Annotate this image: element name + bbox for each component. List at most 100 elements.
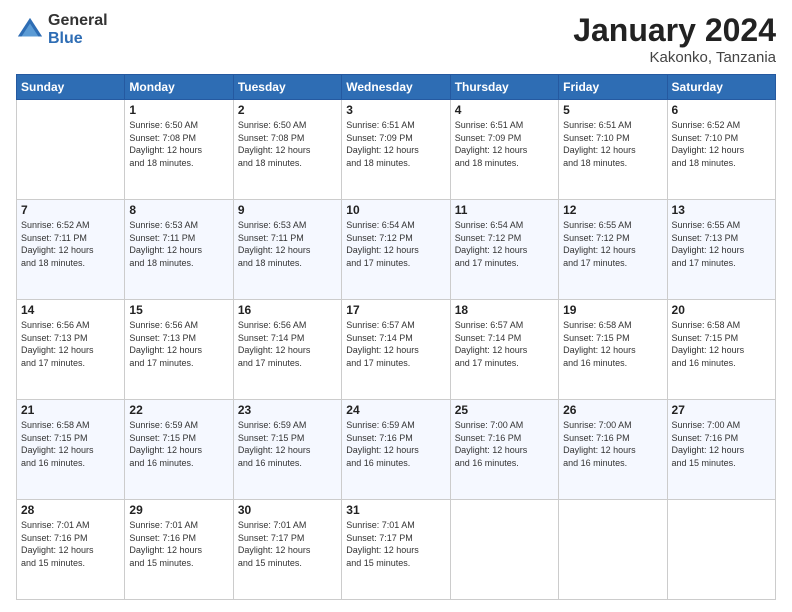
day-number: 29 xyxy=(129,503,228,517)
table-row: 14Sunrise: 6:56 AM Sunset: 7:13 PM Dayli… xyxy=(17,300,125,400)
table-row xyxy=(559,500,667,600)
table-row: 26 Sunrise: 7:00 AM Sunset: 7:16 PM Dayli… xyxy=(559,400,667,500)
table-row: 17 Sunrise: 6:57 AM Sunset: 7:14 PM Dayli… xyxy=(342,300,450,400)
table-row: 18 Sunrise: 6:57 AM Sunset: 7:14 PM Dayli… xyxy=(450,300,558,400)
day-info: Sunrise: 7:01 AM Sunset: 7:17 PM Dayligh… xyxy=(346,519,445,569)
table-row: 8Sunrise: 6:53 AM Sunset: 7:11 PM Daylig… xyxy=(125,200,233,300)
day-number: 9 xyxy=(238,203,337,217)
table-row: 22 Sunrise: 6:59 AM Sunset: 7:15 PM Dayli… xyxy=(125,400,233,500)
page: General Blue January 2024 Kakonko, Tanza… xyxy=(0,0,792,612)
day-number: 20 xyxy=(672,303,771,317)
table-row: 27Sunrise: 7:00 AM Sunset: 7:16 PM Dayli… xyxy=(667,400,775,500)
day-info: Sunrise: 6:59 AM Sunset: 7:15 PM Dayligh… xyxy=(238,419,337,469)
day-number: 26 xyxy=(563,403,662,417)
day-number: 6 xyxy=(672,103,771,117)
day-info: Sunrise: 6:59 AM Sunset: 7:16 PM Dayligh… xyxy=(346,419,445,469)
day-number: 30 xyxy=(238,503,337,517)
day-info: Sunrise: 6:56 AM Sunset: 7:14 PM Dayligh… xyxy=(238,319,337,369)
day-info: Sunrise: 6:58 AM Sunset: 7:15 PM Dayligh… xyxy=(563,319,662,369)
day-number: 1 xyxy=(129,103,228,117)
table-row: 7 Sunrise: 6:52 AM Sunset: 7:11 PM Daylig… xyxy=(17,200,125,300)
day-info: Sunrise: 6:56 AM Sunset: 7:13 PM Dayligh… xyxy=(21,319,120,369)
day-number: 4 xyxy=(455,103,554,117)
day-number: 13 xyxy=(672,203,771,217)
day-number: 18 xyxy=(455,303,554,317)
day-info: Sunrise: 6:55 AM Sunset: 7:13 PM Dayligh… xyxy=(672,219,771,269)
day-number: 23 xyxy=(238,403,337,417)
day-info: Sunrise: 7:00 AM Sunset: 7:16 PM Dayligh… xyxy=(563,419,662,469)
day-info: Sunrise: 7:00 AM Sunset: 7:16 PM Dayligh… xyxy=(455,419,554,469)
day-number: 2 xyxy=(238,103,337,117)
table-row: 16 Sunrise: 6:56 AM Sunset: 7:14 PM Dayli… xyxy=(233,300,341,400)
logo-general: General xyxy=(48,12,108,30)
table-row: 30 Sunrise: 7:01 AM Sunset: 7:17 PM Dayli… xyxy=(233,500,341,600)
col-saturday: Saturday xyxy=(667,75,775,100)
day-info: Sunrise: 7:01 AM Sunset: 7:16 PM Dayligh… xyxy=(129,519,228,569)
day-info: Sunrise: 7:00 AM Sunset: 7:16 PM Dayligh… xyxy=(672,419,771,469)
calendar-week-row: 14Sunrise: 6:56 AM Sunset: 7:13 PM Dayli… xyxy=(17,300,776,400)
table-row: 12 Sunrise: 6:55 AM Sunset: 7:12 PM Dayli… xyxy=(559,200,667,300)
day-number: 3 xyxy=(346,103,445,117)
day-info: Sunrise: 6:50 AM Sunset: 7:08 PM Dayligh… xyxy=(238,119,337,169)
col-tuesday: Tuesday xyxy=(233,75,341,100)
table-row: 15 Sunrise: 6:56 AM Sunset: 7:13 PM Dayli… xyxy=(125,300,233,400)
table-row: 31 Sunrise: 7:01 AM Sunset: 7:17 PM Dayli… xyxy=(342,500,450,600)
day-info: Sunrise: 6:51 AM Sunset: 7:09 PM Dayligh… xyxy=(455,119,554,169)
day-number: 15 xyxy=(129,303,228,317)
table-row: 10 Sunrise: 6:54 AM Sunset: 7:12 PM Dayli… xyxy=(342,200,450,300)
day-info: Sunrise: 7:01 AM Sunset: 7:16 PM Dayligh… xyxy=(21,519,120,569)
col-thursday: Thursday xyxy=(450,75,558,100)
day-number: 12 xyxy=(563,203,662,217)
day-info: Sunrise: 6:58 AM Sunset: 7:15 PM Dayligh… xyxy=(21,419,120,469)
day-number: 10 xyxy=(346,203,445,217)
logo: General Blue xyxy=(16,12,108,47)
day-info: Sunrise: 6:52 AM Sunset: 7:10 PM Dayligh… xyxy=(672,119,771,169)
table-row xyxy=(450,500,558,600)
table-row: 20Sunrise: 6:58 AM Sunset: 7:15 PM Dayli… xyxy=(667,300,775,400)
col-friday: Friday xyxy=(559,75,667,100)
title-month: January 2024 xyxy=(573,12,776,49)
day-info: Sunrise: 6:55 AM Sunset: 7:12 PM Dayligh… xyxy=(563,219,662,269)
col-monday: Monday xyxy=(125,75,233,100)
col-wednesday: Wednesday xyxy=(342,75,450,100)
table-row: 24Sunrise: 6:59 AM Sunset: 7:16 PM Dayli… xyxy=(342,400,450,500)
day-number: 28 xyxy=(21,503,120,517)
day-number: 8 xyxy=(129,203,228,217)
logo-text: General Blue xyxy=(48,12,108,47)
day-info: Sunrise: 6:57 AM Sunset: 7:14 PM Dayligh… xyxy=(455,319,554,369)
day-info: Sunrise: 6:56 AM Sunset: 7:13 PM Dayligh… xyxy=(129,319,228,369)
day-info: Sunrise: 6:51 AM Sunset: 7:09 PM Dayligh… xyxy=(346,119,445,169)
day-number: 16 xyxy=(238,303,337,317)
day-number: 5 xyxy=(563,103,662,117)
day-number: 17 xyxy=(346,303,445,317)
day-info: Sunrise: 6:50 AM Sunset: 7:08 PM Dayligh… xyxy=(129,119,228,169)
day-info: Sunrise: 6:51 AM Sunset: 7:10 PM Dayligh… xyxy=(563,119,662,169)
day-number: 22 xyxy=(129,403,228,417)
table-row xyxy=(667,500,775,600)
title-block: January 2024 Kakonko, Tanzania xyxy=(573,12,776,66)
day-info: Sunrise: 6:54 AM Sunset: 7:12 PM Dayligh… xyxy=(455,219,554,269)
day-number: 31 xyxy=(346,503,445,517)
day-info: Sunrise: 6:52 AM Sunset: 7:11 PM Dayligh… xyxy=(21,219,120,269)
day-number: 7 xyxy=(21,203,120,217)
table-row: 11Sunrise: 6:54 AM Sunset: 7:12 PM Dayli… xyxy=(450,200,558,300)
day-info: Sunrise: 6:59 AM Sunset: 7:15 PM Dayligh… xyxy=(129,419,228,469)
day-info: Sunrise: 7:01 AM Sunset: 7:17 PM Dayligh… xyxy=(238,519,337,569)
day-info: Sunrise: 6:57 AM Sunset: 7:14 PM Dayligh… xyxy=(346,319,445,369)
title-location: Kakonko, Tanzania xyxy=(573,49,776,66)
logo-blue: Blue xyxy=(48,30,108,48)
day-info: Sunrise: 6:53 AM Sunset: 7:11 PM Dayligh… xyxy=(238,219,337,269)
calendar-week-row: 21Sunrise: 6:58 AM Sunset: 7:15 PM Dayli… xyxy=(17,400,776,500)
table-row xyxy=(17,100,125,200)
table-row: 6 Sunrise: 6:52 AM Sunset: 7:10 PM Daylig… xyxy=(667,100,775,200)
table-row: 25Sunrise: 7:00 AM Sunset: 7:16 PM Dayli… xyxy=(450,400,558,500)
day-info: Sunrise: 6:54 AM Sunset: 7:12 PM Dayligh… xyxy=(346,219,445,269)
table-row: 19 Sunrise: 6:58 AM Sunset: 7:15 PM Dayli… xyxy=(559,300,667,400)
logo-icon xyxy=(16,16,44,44)
day-number: 19 xyxy=(563,303,662,317)
calendar-week-row: 28 Sunrise: 7:01 AM Sunset: 7:16 PM Dayli… xyxy=(17,500,776,600)
table-row: 21Sunrise: 6:58 AM Sunset: 7:15 PM Dayli… xyxy=(17,400,125,500)
table-row: 4 Sunrise: 6:51 AM Sunset: 7:09 PM Daylig… xyxy=(450,100,558,200)
table-row: 3 Sunrise: 6:51 AM Sunset: 7:09 PM Daylig… xyxy=(342,100,450,200)
table-row: 13 Sunrise: 6:55 AM Sunset: 7:13 PM Dayli… xyxy=(667,200,775,300)
